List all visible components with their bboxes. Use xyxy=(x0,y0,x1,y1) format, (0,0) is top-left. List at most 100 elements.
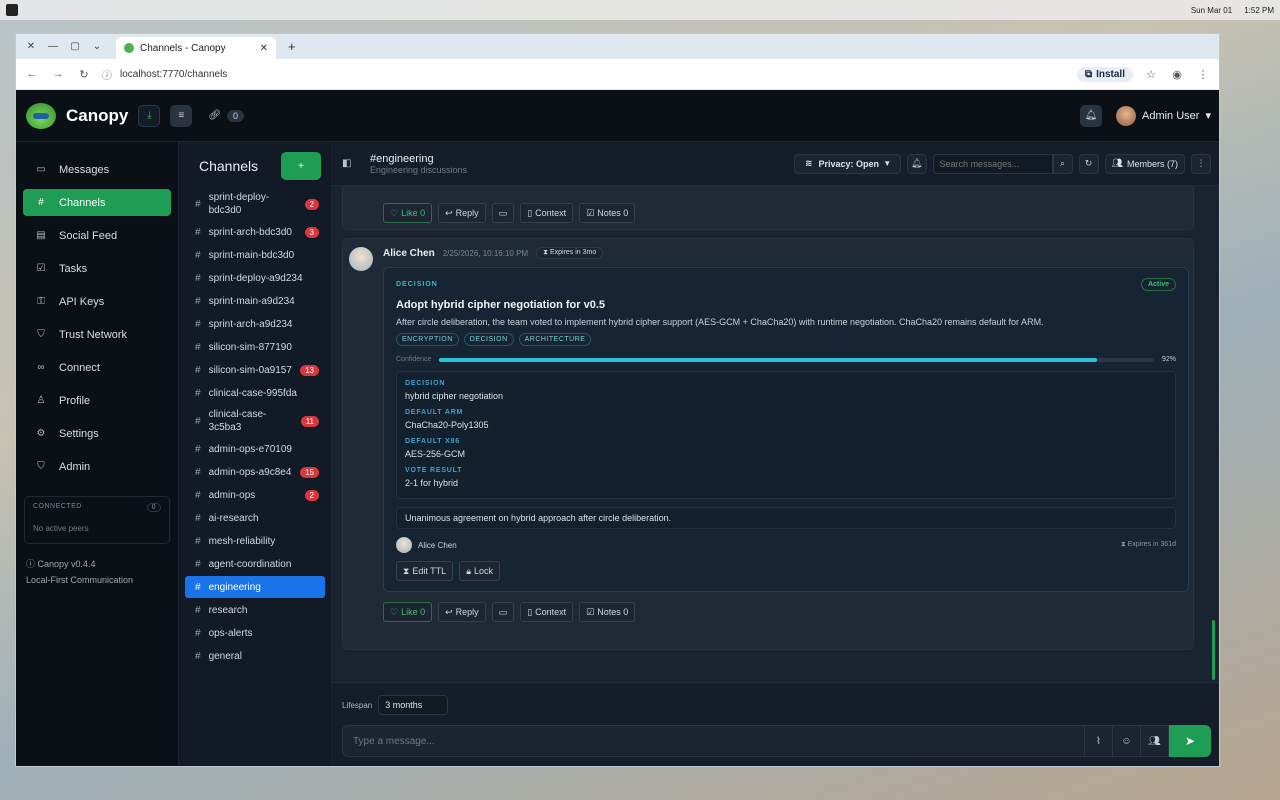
maximize-icon[interactable]: ▢ xyxy=(66,41,84,52)
link-icon: 🔗︎ xyxy=(208,110,222,121)
unread-badge: 13 xyxy=(300,364,319,376)
account-icon[interactable]: ◉ xyxy=(1169,68,1185,81)
channel-item-ai-research[interactable]: # ai-research xyxy=(185,507,325,529)
os-time: 1:52 PM xyxy=(1244,5,1274,15)
channel-notify-button[interactable]: 🔔︎ xyxy=(906,153,927,174)
refresh-button[interactable]: ↻ xyxy=(1078,153,1099,174)
tab-list-icon[interactable]: ⌄ xyxy=(88,41,106,52)
copy-button[interactable]: ▭ xyxy=(491,602,515,622)
channel-item-clinical-case-995fda[interactable]: # clinical-case-995fda xyxy=(185,382,325,404)
add-channel-button[interactable]: + xyxy=(281,152,321,180)
install-button[interactable]: ⧉ Install xyxy=(1076,66,1133,82)
new-tab-icon[interactable]: + xyxy=(288,39,296,54)
status-badge: Active xyxy=(1140,278,1176,291)
nav-item-settings[interactable]: ⚙ Settings xyxy=(23,420,171,447)
nav-item-social-feed[interactable]: ▤ Social Feed xyxy=(23,222,171,249)
mention-button[interactable]: 👥︎ xyxy=(1141,725,1169,757)
lock-button[interactable]: 🔒︎ Lock xyxy=(459,561,500,581)
close-window-icon[interactable]: ✕ xyxy=(22,41,40,52)
notes-button[interactable]: ☑ Notes 0 xyxy=(579,203,636,223)
url-field[interactable]: ⓘ localhost:7770/channels xyxy=(102,67,1067,82)
os-date: Sun Mar 01 xyxy=(1190,5,1233,15)
nav-item-admin[interactable]: ⛉ Admin xyxy=(23,453,171,480)
channel-item-general[interactable]: # general xyxy=(185,645,325,667)
channel-item-research[interactable]: # research xyxy=(185,599,325,621)
nav-item-trust-network[interactable]: ⛉ Trust Network xyxy=(23,321,171,348)
user-menu[interactable]: Admin User ▾ xyxy=(1116,105,1211,126)
message-input[interactable] xyxy=(342,725,1085,757)
browser-menu-icon[interactable]: ⋮ xyxy=(1195,68,1211,81)
bookmark-star-icon[interactable]: ☆ xyxy=(1143,68,1159,81)
channel-item-admin-ops-e70109[interactable]: # admin-ops-e70109 xyxy=(185,438,325,460)
sidebar-toggle-icon[interactable]: ◧ xyxy=(342,158,358,169)
lifespan-select[interactable]: 3 months xyxy=(378,695,449,715)
nav-label: Messages xyxy=(59,163,110,176)
nav-item-tasks[interactable]: ☑ Tasks xyxy=(23,255,171,282)
field-key: DEFAULT ARM xyxy=(405,409,464,416)
channel-name: engineering xyxy=(208,581,261,593)
decision-summary: Unanimous agreement on hybrid approach a… xyxy=(396,507,1176,529)
tab-close-icon[interactable]: ✕ xyxy=(260,43,268,54)
like-button[interactable]: ♡ Like 0 xyxy=(383,203,433,223)
search-button[interactable]: ⌕ xyxy=(1052,153,1073,174)
channel-item-agent-coordination[interactable]: # agent-coordination xyxy=(185,553,325,575)
nav-item-profile[interactable]: ♙ Profile xyxy=(23,387,171,414)
menu-button[interactable]: ≡ xyxy=(170,104,193,127)
channel-item-silicon-sim-0a9157[interactable]: # silicon-sim-0a9157 13 xyxy=(185,359,325,381)
channel-item-ops-alerts[interactable]: # ops-alerts xyxy=(185,622,325,644)
nav-item-messages[interactable]: ▭ Messages xyxy=(23,156,171,183)
confidence-label: Confidence xyxy=(396,356,432,363)
scrollbar[interactable] xyxy=(1212,190,1215,680)
channel-item-sprint-arch-a9d234[interactable]: # sprint-arch-a9d234 xyxy=(185,313,325,335)
channel-item-silicon-sim-877190[interactable]: # silicon-sim-877190 xyxy=(185,336,325,358)
tag[interactable]: DECISION xyxy=(463,333,514,346)
more-options-button[interactable]: ⋮ xyxy=(1191,153,1211,174)
edit-ttl-button[interactable]: ⧗ Edit TTL xyxy=(396,561,454,581)
context-label: Context xyxy=(535,607,567,617)
channel-item-engineering[interactable]: # engineering xyxy=(185,576,325,598)
channel-item-sprint-deploy-a9d234[interactable]: # sprint-deploy-a9d234 xyxy=(185,267,325,289)
reload-icon[interactable]: ↻ xyxy=(76,68,92,81)
os-logo-icon[interactable] xyxy=(6,4,18,16)
site-info-icon[interactable]: ⓘ xyxy=(102,67,112,82)
copy-button[interactable]: ▭ xyxy=(491,203,515,223)
send-button[interactable]: ➤ xyxy=(1169,725,1211,757)
hash-icon: # xyxy=(195,512,201,524)
channel-item-sprint-arch-bdc3d0[interactable]: # sprint-arch-bdc3d0 3 xyxy=(185,221,325,243)
connected-peers-box: CONNECTED 0 No active peers xyxy=(24,496,170,544)
message-author[interactable]: Alice Chen xyxy=(383,248,435,259)
attach-button[interactable]: ⌇ xyxy=(1085,725,1113,757)
download-button[interactable]: ⤓ xyxy=(138,104,161,127)
channel-item-mesh-reliability[interactable]: # mesh-reliability xyxy=(185,530,325,552)
tag[interactable]: ARCHITECTURE xyxy=(518,333,592,346)
context-button[interactable]: ▯ Context xyxy=(520,203,574,223)
search-input[interactable] xyxy=(932,153,1053,174)
link-count[interactable]: 🔗︎ 0 xyxy=(208,109,245,122)
nav-label: Profile xyxy=(59,394,91,407)
notes-button[interactable]: ☑ Notes 0 xyxy=(579,602,636,622)
nav-item-connect[interactable]: ∞ Connect xyxy=(23,354,171,381)
reply-button[interactable]: ↩ Reply xyxy=(438,203,486,223)
members-button[interactable]: 👥︎ Members (7) xyxy=(1104,153,1185,174)
browser-tab[interactable]: Channels - Canopy ✕ xyxy=(116,37,276,59)
notifications-button[interactable]: 🔔︎ xyxy=(1080,104,1102,127)
channel-item-admin-ops[interactable]: # admin-ops 2 xyxy=(185,484,325,506)
emoji-button[interactable]: ☺ xyxy=(1113,725,1141,757)
like-button[interactable]: ♡ Like 0 xyxy=(383,602,433,622)
scrollbar-thumb[interactable] xyxy=(1212,620,1215,680)
channel-item-sprint-deploy-bdc3d0[interactable]: # sprint-deploy-bdc3d0 2 xyxy=(185,188,325,220)
channel-item-sprint-main-a9d234[interactable]: # sprint-main-a9d234 xyxy=(185,290,325,312)
tag[interactable]: ENCRYPTION xyxy=(396,333,459,346)
back-icon[interactable]: ← xyxy=(24,68,40,80)
nav-item-api-keys[interactable]: ⚿ API Keys xyxy=(23,288,171,315)
context-button[interactable]: ▯ Context xyxy=(520,602,574,622)
privacy-dropdown[interactable]: ≋ Privacy: Open ▾ xyxy=(793,153,901,174)
channel-item-admin-ops-a9c8e4[interactable]: # admin-ops-a9c8e4 15 xyxy=(185,461,325,483)
reply-button[interactable]: ↩ Reply xyxy=(438,602,486,622)
minimize-icon[interactable]: — xyxy=(44,41,62,52)
channel-item-sprint-main-bdc3d0[interactable]: # sprint-main-bdc3d0 xyxy=(185,244,325,266)
forward-icon[interactable]: → xyxy=(50,68,66,80)
nav-item-channels[interactable]: # Channels xyxy=(23,189,171,216)
channel-item-clinical-case-3c5ba3[interactable]: # clinical-case-3c5ba3 11 xyxy=(185,405,325,437)
nav-label: Tasks xyxy=(59,262,88,275)
